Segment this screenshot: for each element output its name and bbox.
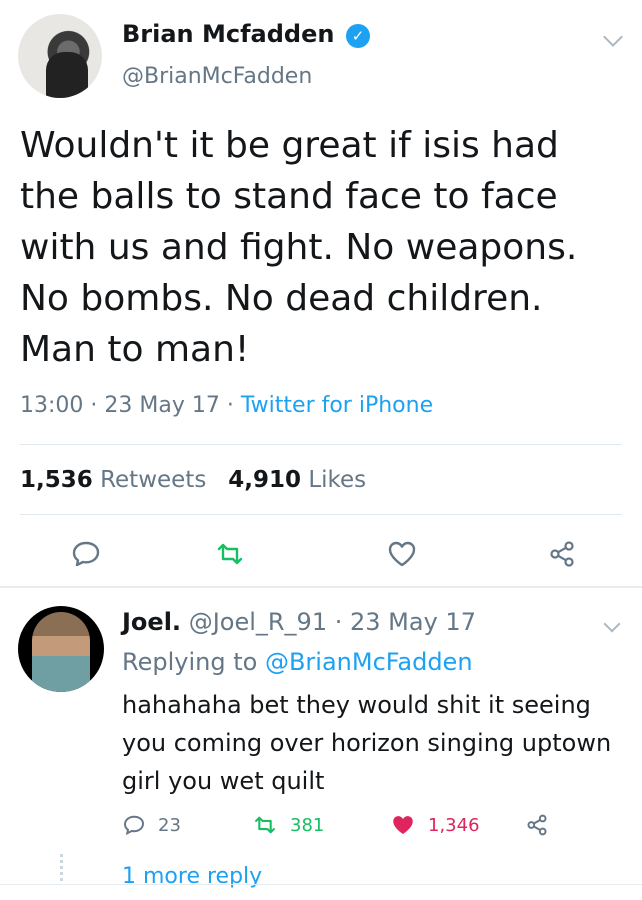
chevron-down-icon[interactable]	[603, 615, 621, 633]
like-count: 1,346	[428, 814, 480, 836]
verified-badge-icon: ✓	[346, 24, 370, 48]
more-replies-link[interactable]: 1 more reply	[122, 864, 262, 889]
divider	[20, 444, 622, 445]
chevron-down-icon[interactable]	[603, 27, 623, 47]
main-tweet: Brian Mcfadden ✓ @BrianMcFadden Wouldn't…	[0, 0, 642, 586]
reply-author-name[interactable]: Joel.	[122, 608, 181, 636]
reply-retweet-button[interactable]: 381	[252, 812, 324, 838]
tweet-stats: 1,536 Retweets 4,910 Likes	[20, 467, 366, 493]
reply-icon[interactable]	[70, 538, 102, 570]
retweet-count: 381	[290, 814, 325, 836]
thread-connector	[60, 854, 63, 884]
tweet-date: 23 May 17	[104, 393, 220, 418]
author-handle[interactable]: @BrianMcFadden	[122, 64, 312, 89]
reply-reply-button[interactable]: 23	[122, 812, 181, 838]
likes-stat[interactable]: 4,910 Likes	[228, 467, 366, 493]
reply-header: Joel. @Joel_R_91 · 23 May 17	[122, 608, 476, 636]
tweet-actions	[0, 530, 642, 578]
tweet-meta: 13:00 · 23 May 17 · Twitter for iPhone	[20, 393, 434, 418]
retweet-icon[interactable]	[214, 538, 246, 570]
reply-actions: 23 381 1,346	[0, 810, 642, 840]
divider	[20, 514, 622, 515]
heart-filled-icon	[393, 816, 413, 834]
reply-share-button[interactable]	[524, 812, 562, 838]
share-icon	[527, 814, 547, 836]
tweet-time: 13:00	[20, 393, 84, 418]
retweet-icon	[255, 816, 275, 834]
reply-author-handle[interactable]: @Joel_R_91	[189, 608, 327, 636]
reply-tweet[interactable]: Joel. @Joel_R_91 · 23 May 17 Replying to…	[0, 588, 642, 900]
replying-to: Replying to @BrianMcFadden	[122, 648, 473, 676]
tweet-source-link[interactable]: Twitter for iPhone	[241, 393, 433, 418]
retweets-stat[interactable]: 1,536 Retweets	[20, 467, 206, 493]
reply-date: 23 May 17	[350, 608, 476, 636]
reply-like-button[interactable]: 1,346	[390, 812, 480, 838]
reply-count: 23	[158, 814, 181, 836]
reply-text: hahahaha bet they would shit it seeing y…	[122, 691, 612, 795]
like-icon[interactable]	[386, 538, 418, 570]
replying-to-link[interactable]: @BrianMcFadden	[265, 648, 473, 676]
reply-icon	[124, 815, 144, 836]
avatar[interactable]	[18, 606, 104, 692]
author-name[interactable]: Brian Mcfadden	[122, 20, 334, 48]
share-icon[interactable]	[546, 538, 578, 570]
tweet-text: Wouldn't it be great if isis had the bal…	[20, 125, 578, 370]
avatar[interactable]	[18, 14, 102, 98]
divider	[0, 884, 642, 885]
